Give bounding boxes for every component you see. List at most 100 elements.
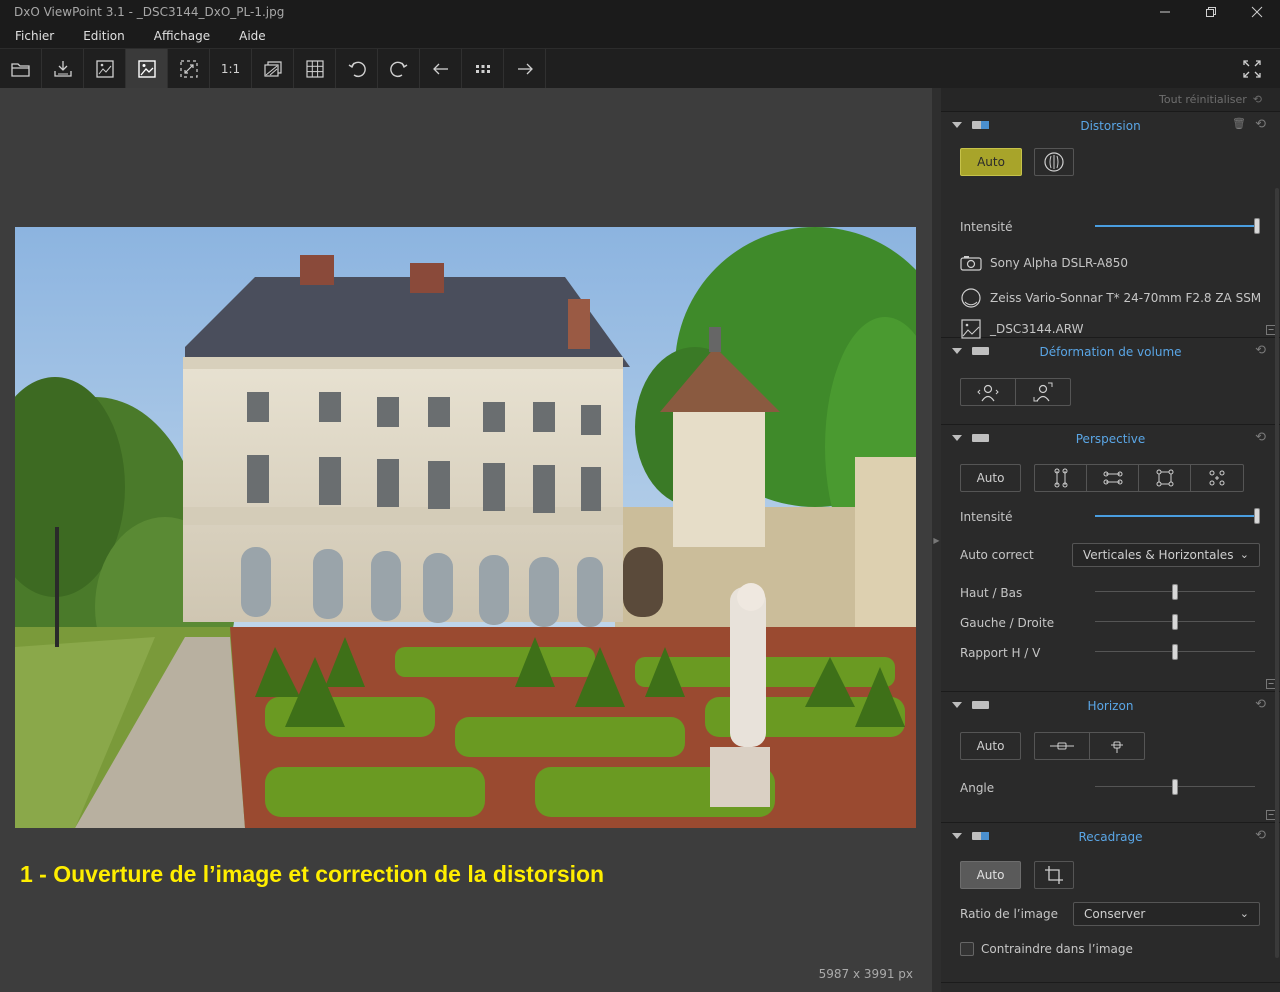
reset-recadrage-icon[interactable]: ⟲	[1255, 828, 1266, 843]
reset-perspective-icon[interactable]: ⟲	[1255, 430, 1266, 445]
angle-slider[interactable]	[1095, 779, 1255, 795]
rotate-right-icon[interactable]	[378, 49, 420, 89]
perspective-intensity-label: Intensité	[960, 510, 1013, 524]
crop-icon	[1045, 866, 1063, 884]
menu-fichier[interactable]: Fichier	[15, 29, 54, 43]
grid-icon[interactable]	[294, 49, 336, 89]
perspective-auto-button[interactable]: Auto	[960, 464, 1021, 492]
reset-volume-icon[interactable]: ⟲	[1255, 343, 1266, 358]
thumbnails-icon[interactable]	[462, 49, 504, 89]
menu-bar: Fichier Edition Affichage Aide	[0, 24, 1280, 48]
lens-info: Zeiss Vario-Sonnar T* 24-70mm F2.8 ZA SS…	[960, 287, 1261, 309]
section-header-volume[interactable]: Déformation de volume ⟲	[941, 338, 1280, 366]
next-image-icon[interactable]	[504, 49, 546, 89]
file-info: _DSC3144.ARW	[960, 319, 1084, 339]
reset-horizon-icon[interactable]: ⟲	[1255, 697, 1266, 712]
ratio-select[interactable]: Conserver ⌄	[1073, 902, 1260, 926]
horizon-manual-button[interactable]	[1090, 733, 1144, 759]
perspective-intensity-slider[interactable]	[1095, 508, 1260, 524]
lens-model: Zeiss Vario-Sonnar T* 24-70mm F2.8 ZA SS…	[990, 291, 1262, 305]
rotate-left-icon[interactable]	[336, 49, 378, 89]
crosshair-level-icon	[1111, 741, 1123, 753]
gauche-droite-slider[interactable]	[1095, 614, 1255, 630]
close-icon[interactable]	[1234, 0, 1280, 24]
window-title: DxO ViewPoint 3.1 - _DSC3144_DxO_PL-1.jp…	[14, 5, 285, 19]
vertical-lines-icon	[1054, 468, 1067, 488]
undo-icon: ⟲	[1252, 93, 1262, 106]
menu-aide[interactable]: Aide	[239, 29, 266, 43]
window-controls	[1142, 0, 1280, 24]
ratio-value: Conserver	[1084, 907, 1146, 921]
previous-image-icon[interactable]	[420, 49, 462, 89]
perspective-horizontal-button[interactable]	[1087, 465, 1139, 491]
chevron-down-icon: ⌄	[1239, 548, 1249, 561]
horizon-auto-button[interactable]: Auto	[960, 732, 1021, 760]
camera-model: Sony Alpha DSLR-A850	[990, 256, 1128, 270]
panel-scrollbar[interactable]	[1275, 188, 1279, 958]
restore-icon[interactable]	[1188, 0, 1234, 24]
reset-all-label: Tout réinitialiser	[1159, 93, 1247, 106]
camera-info: Sony Alpha DSLR-A850	[960, 255, 1128, 271]
section-title-volume: Déformation de volume	[1039, 345, 1182, 359]
distortion-grid-icon	[1044, 152, 1064, 172]
constrain-checkbox[interactable]	[960, 942, 974, 956]
image-file-icon	[961, 319, 981, 339]
panel-splitter[interactable]: ▶	[932, 88, 941, 992]
points-icon	[1209, 470, 1225, 486]
before-after-icon[interactable]	[84, 49, 126, 89]
section-header-horizon[interactable]: Horizon ⟲	[941, 692, 1280, 720]
haut-bas-slider[interactable]	[1095, 584, 1255, 600]
collapse-arrow-icon: ▶	[933, 535, 940, 545]
image-canvas[interactable]: 1 - Ouverture de l’image et correction d…	[0, 88, 932, 992]
chevron-down-icon: ⌄	[1239, 907, 1249, 920]
crop-tool-button[interactable]	[1034, 861, 1074, 889]
section-header-recadrage[interactable]: Recadrage ⟲	[941, 823, 1280, 851]
distorsion-auto-button[interactable]: Auto	[960, 148, 1022, 176]
section-recadrage: Recadrage ⟲ Auto Ratio de l’image Conser…	[941, 823, 1280, 983]
perspective-eight-points-button[interactable]	[1191, 465, 1243, 491]
autocorrect-select[interactable]: Verticales & Horizontales ⌄	[1072, 543, 1260, 567]
section-title-perspective: Perspective	[1075, 432, 1146, 446]
trash-icon[interactable]: 🗑	[1232, 117, 1246, 130]
angle-label: Angle	[960, 781, 995, 795]
tutorial-caption: 1 - Ouverture de l’image et correction d…	[20, 861, 605, 887]
overlay-icon[interactable]	[252, 49, 294, 89]
constrain-label: Contraindre dans l’image	[981, 942, 1133, 956]
reset-all-button[interactable]: Tout réinitialiser ⟲	[941, 88, 1280, 112]
section-distorsion: Distorsion 🗑 ⟲ Auto Intensité Sony Alpha…	[941, 112, 1280, 339]
open-folder-icon[interactable]	[0, 49, 42, 89]
camera-icon	[960, 256, 982, 271]
fullscreen-icon[interactable]	[1232, 49, 1272, 89]
rapport-label: Rapport H / V	[960, 646, 1041, 660]
image-view-icon[interactable]	[126, 49, 168, 89]
section-header-perspective[interactable]: Perspective ⟲	[941, 425, 1280, 453]
section-title-distorsion: Distorsion	[1080, 119, 1141, 133]
photo-preview[interactable]	[15, 227, 916, 828]
volume-cylindrical-button[interactable]	[961, 379, 1016, 405]
menu-affichage[interactable]: Affichage	[154, 29, 210, 43]
perspective-vertical-button[interactable]	[1035, 465, 1087, 491]
person-cylindrical-icon	[977, 384, 999, 402]
zoom-one-to-one-button[interactable]: 1:1	[210, 49, 252, 89]
volume-spherical-button[interactable]	[1016, 379, 1070, 405]
horizon-mode-buttons	[1034, 732, 1145, 760]
minimize-icon[interactable]	[1142, 0, 1188, 24]
distorsion-intensity-slider[interactable]	[1095, 218, 1260, 234]
ratio-label: Ratio de l’image	[960, 907, 1058, 921]
section-header-distorsion[interactable]: Distorsion 🗑 ⟲	[941, 112, 1280, 140]
perspective-rectangle-button[interactable]	[1139, 465, 1191, 491]
distorsion-intensity-label: Intensité	[960, 220, 1013, 234]
recadrage-auto-button[interactable]: Auto	[960, 861, 1021, 889]
title-bar: DxO ViewPoint 3.1 - _DSC3144_DxO_PL-1.jp…	[0, 0, 1280, 24]
menu-edition[interactable]: Edition	[83, 29, 125, 43]
horizon-level-button[interactable]	[1035, 733, 1090, 759]
reset-distorsion-icon[interactable]: ⟲	[1255, 117, 1266, 132]
person-spherical-icon	[1033, 382, 1053, 402]
toolbar: 1:1	[0, 48, 1280, 89]
perspective-mode-buttons	[1034, 464, 1244, 492]
rapport-slider[interactable]	[1095, 644, 1255, 660]
distortion-type-button[interactable]	[1034, 148, 1074, 176]
export-icon[interactable]	[42, 49, 84, 89]
section-title-horizon: Horizon	[1087, 699, 1134, 713]
fit-screen-icon[interactable]	[168, 49, 210, 89]
